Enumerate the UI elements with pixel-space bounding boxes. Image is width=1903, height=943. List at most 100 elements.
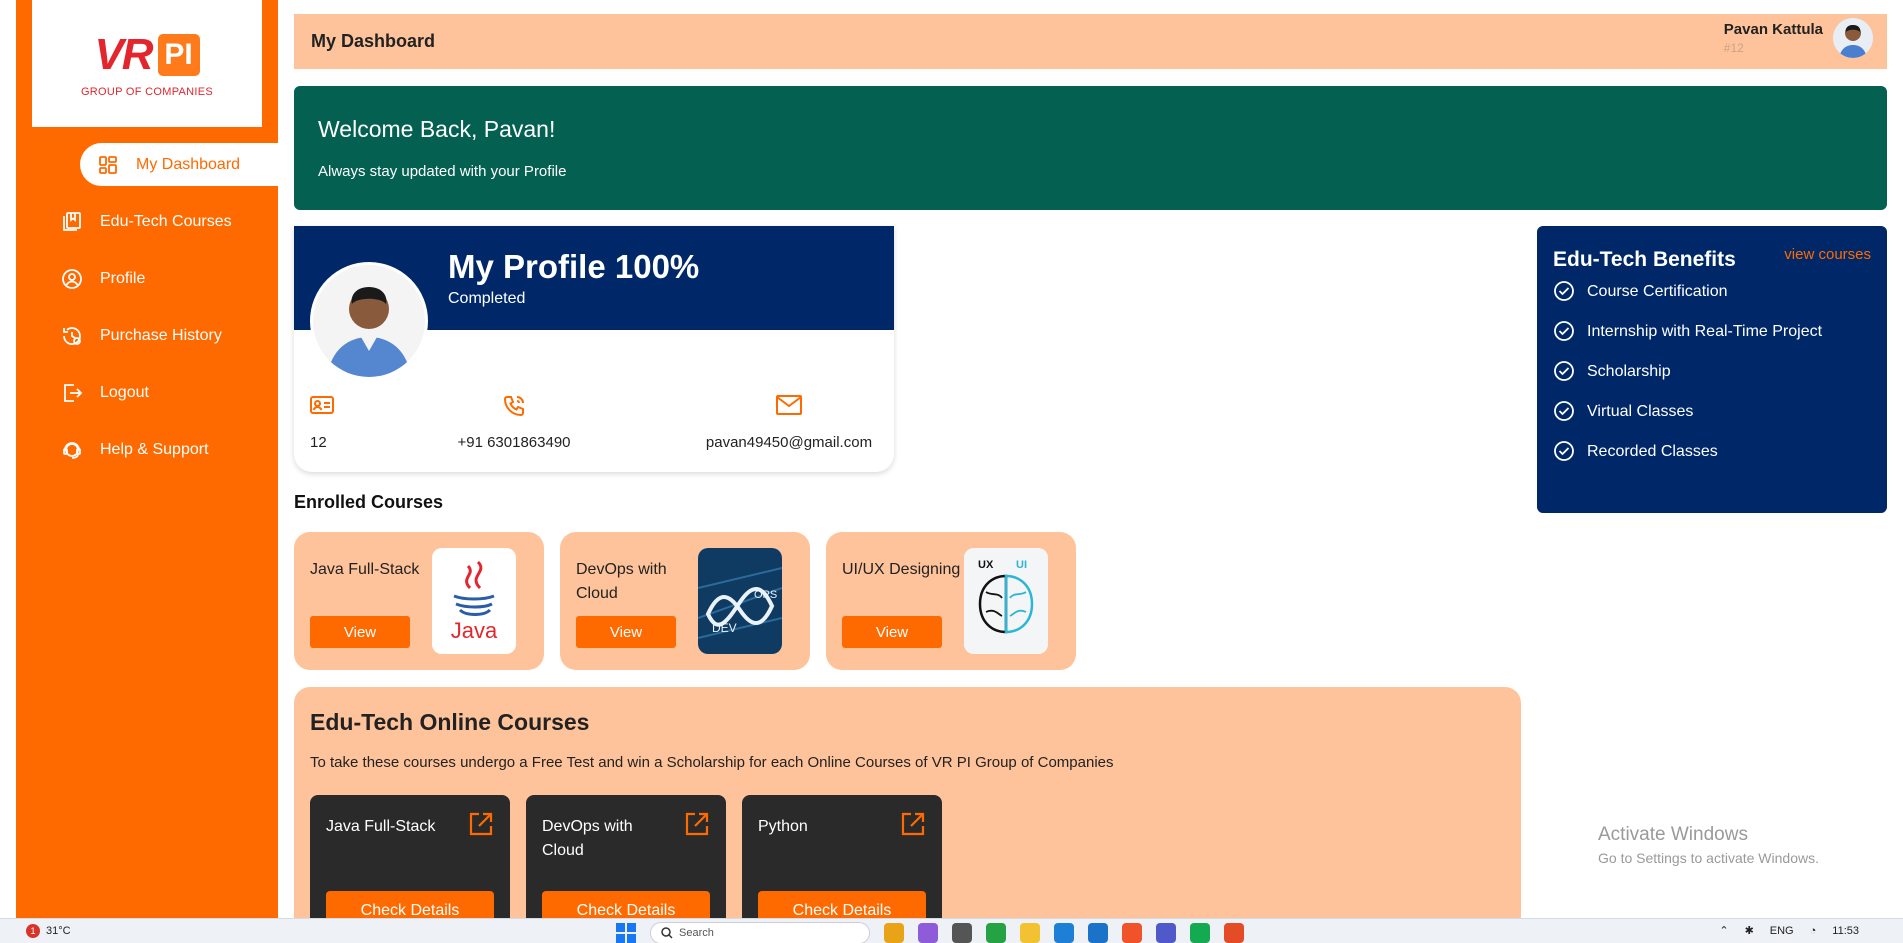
- sidebar-item-profile[interactable]: Profile: [16, 250, 278, 307]
- online-course-card: Python Check Details: [742, 795, 942, 931]
- clock[interactable]: 11:53: [1832, 925, 1859, 937]
- sidebar-item-label: My Dashboard: [136, 155, 241, 173]
- svg-text:Java: Java: [451, 618, 498, 643]
- uiux-brain-icon: UX UI: [964, 548, 1048, 654]
- svg-text:UI: UI: [1016, 559, 1027, 571]
- brave-app-icon[interactable]: [1122, 923, 1142, 943]
- sidebar-item-purchase-history[interactable]: Purchase History: [16, 307, 278, 364]
- benefit-label: Recorded Classes: [1587, 443, 1718, 460]
- support-icon: [60, 438, 84, 462]
- system-tray: ⌃ ✱ ENG ◔ 11:53: [1719, 924, 1859, 938]
- company-logo[interactable]: VR PI GROUP OF COMPANIES: [32, 0, 262, 127]
- benefit-label: Scholarship: [1587, 363, 1671, 380]
- sidebar-item-label: Profile: [100, 269, 146, 287]
- welcome-subtitle: Always stay updated with your Profile: [318, 163, 567, 180]
- enrolled-course-card: Java Full-Stack View Java: [294, 532, 544, 670]
- sidebar-item-logout[interactable]: Logout: [16, 364, 278, 421]
- java-logo-icon: Java: [432, 548, 516, 654]
- profile-status: Completed: [448, 290, 526, 307]
- logo-subtitle: GROUP OF COMPANIES: [80, 85, 214, 98]
- profile-email-block: pavan49450@gmail.com: [694, 394, 884, 451]
- watermark-line2: Go to Settings to activate Windows.: [1598, 850, 1819, 866]
- weather-widget[interactable]: 1 31°C: [26, 924, 71, 938]
- view-course-button[interactable]: View: [842, 616, 942, 648]
- profile-card: My Profile 100% Completed 12 +91 6301863…: [294, 226, 894, 472]
- profile-phone-value: +91 6301863490: [457, 434, 571, 451]
- logout-icon: [60, 381, 84, 405]
- notification-badge: 1: [26, 924, 40, 938]
- sidebar-item-label: Help & Support: [100, 440, 209, 458]
- teams-app-icon[interactable]: [1156, 923, 1176, 943]
- check-circle-icon: [1553, 360, 1577, 384]
- profile-phone-block: +91 6301863490: [434, 394, 594, 451]
- top-header: My Dashboard Pavan Kattula #12: [294, 14, 1887, 69]
- profile-id-block: 12: [310, 394, 334, 451]
- sidebar-item-label: Purchase History: [100, 326, 222, 344]
- phone-icon: [502, 394, 526, 424]
- vscode-app-icon[interactable]: [1088, 923, 1108, 943]
- welcome-banner: Welcome Back, Pavan! Always stay updated…: [294, 86, 1887, 210]
- mail-icon: [776, 394, 802, 424]
- mongodb-app-icon[interactable]: [1190, 923, 1210, 943]
- sidebar-item-edu-tech-courses[interactable]: Edu-Tech Courses: [16, 193, 278, 250]
- profile-photo: [310, 262, 428, 380]
- external-link-icon[interactable]: [900, 811, 926, 837]
- profile-email-value: pavan49450@gmail.com: [705, 434, 873, 451]
- avatar[interactable]: [1833, 18, 1873, 58]
- copilot-app-icon[interactable]: [918, 923, 938, 943]
- language-indicator[interactable]: ENG: [1770, 925, 1794, 937]
- enrolled-courses-heading: Enrolled Courses: [294, 492, 444, 512]
- svg-text:DEV: DEV: [712, 621, 737, 635]
- svg-text:OPS: OPS: [754, 589, 777, 601]
- external-link-icon[interactable]: [468, 811, 494, 837]
- benefit-item: Recorded Classes: [1553, 432, 1871, 472]
- benefit-label: Virtual Classes: [1587, 403, 1694, 420]
- wifi-icon[interactable]: ◔: [1810, 925, 1817, 937]
- course-name: Java Full-Stack: [310, 561, 420, 578]
- benefit-label: Course Certification: [1587, 283, 1728, 300]
- whatsapp-app-icon[interactable]: [986, 923, 1006, 943]
- windows-start-icon[interactable]: [616, 923, 636, 943]
- sidebar-item-help-support[interactable]: Help & Support: [16, 421, 278, 478]
- online-course-card: DevOps with Cloud Check Details: [526, 795, 726, 931]
- watermark-line1: Activate Windows: [1598, 824, 1748, 845]
- benefit-label: Internship with Real-Time Project: [1587, 323, 1823, 340]
- chevron-up-icon[interactable]: ⌃: [1719, 924, 1728, 937]
- benefit-item: Scholarship: [1553, 352, 1871, 392]
- benefits-panel: Edu-Tech Benefits view courses Course Ce…: [1537, 226, 1887, 513]
- enrolled-course-card: UI/UX Designing View UX UI: [826, 532, 1076, 670]
- course-name: DevOps with Cloud: [576, 561, 667, 602]
- online-courses-heading: Edu-Tech Online Courses: [310, 709, 590, 735]
- benefit-item: Virtual Classes: [1553, 392, 1871, 432]
- app-icon[interactable]: [1224, 923, 1244, 943]
- search-icon: [661, 927, 673, 939]
- view-course-button[interactable]: View: [310, 616, 410, 648]
- view-course-button[interactable]: View: [576, 616, 676, 648]
- user-menu[interactable]: Pavan Kattula #12: [1724, 18, 1873, 58]
- sidebar: VR PI GROUP OF COMPANIES My Dashboard Ed…: [16, 0, 278, 918]
- taskbar-apps: Search: [616, 922, 1244, 943]
- page-title: My Dashboard: [311, 31, 436, 51]
- course-name: DevOps with Cloud: [542, 818, 633, 859]
- bluetooth-icon[interactable]: ✱: [1745, 924, 1754, 937]
- search-placeholder: Search: [679, 927, 714, 939]
- svg-text:UX: UX: [978, 559, 994, 571]
- sidebar-item-label: Edu-Tech Courses: [100, 212, 232, 230]
- history-icon: [60, 324, 84, 348]
- external-link-icon[interactable]: [684, 811, 710, 837]
- sidebar-item-my-dashboard[interactable]: My Dashboard: [80, 143, 278, 186]
- online-course-card: Java Full-Stack Check Details: [310, 795, 510, 931]
- os-taskbar: 1 31°C Search ⌃ ✱ ENG ◔ 11:53: [0, 918, 1903, 943]
- briefcase-app-icon[interactable]: [884, 923, 904, 943]
- course-name: UI/UX Designing: [842, 561, 961, 578]
- view-courses-link[interactable]: view courses: [1784, 246, 1871, 263]
- online-courses-section: Edu-Tech Online Courses To take these co…: [294, 687, 1521, 931]
- check-circle-icon: [1553, 320, 1577, 344]
- welcome-title: Welcome Back, Pavan!: [318, 116, 556, 142]
- id-card-icon: [310, 394, 334, 424]
- weather-temp: 31°C: [46, 925, 71, 937]
- edge-app-icon[interactable]: [1054, 923, 1074, 943]
- window-app-icon[interactable]: [952, 923, 972, 943]
- folder-app-icon[interactable]: [1020, 923, 1040, 943]
- taskbar-search[interactable]: Search: [650, 922, 870, 943]
